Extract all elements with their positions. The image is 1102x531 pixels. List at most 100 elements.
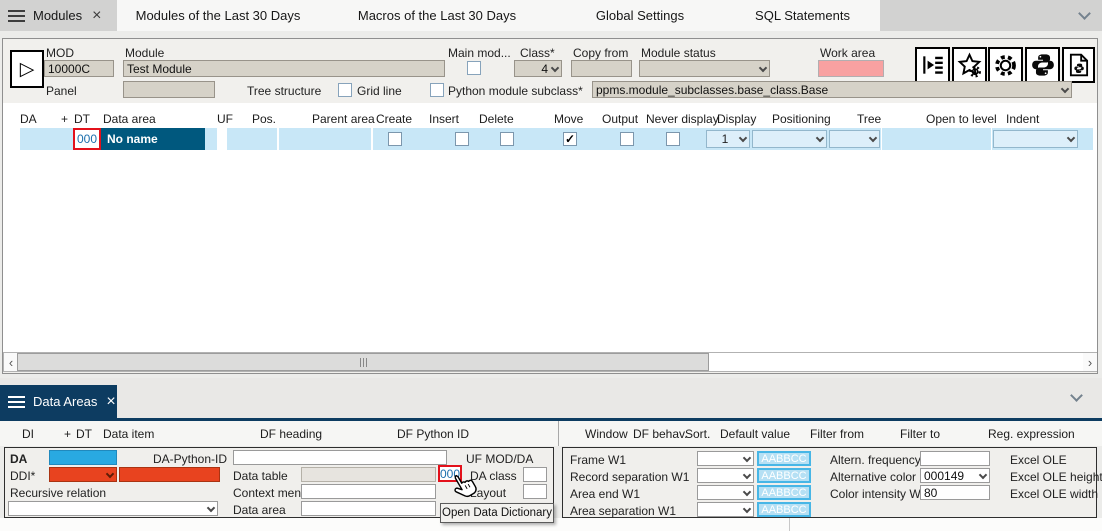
tab-modules-last-30-days[interactable]: Modules of the Last 30 Days <box>117 0 319 31</box>
row-data-area-cell[interactable]: No name <box>101 128 205 150</box>
tab-label: SQL Statements <box>755 8 850 23</box>
tree-structure-label: Tree structure <box>247 84 321 98</box>
tab-macros-last-30-days[interactable]: Macros of the Last 30 Days <box>319 0 555 31</box>
da-input[interactable] <box>49 450 117 465</box>
col-indent: Indent <box>1006 112 1039 126</box>
hand-cursor-icon <box>449 471 481 505</box>
grid-line-checkbox[interactable] <box>338 83 352 97</box>
da-class-input[interactable] <box>523 467 547 482</box>
col-positioning: Positioning <box>772 112 831 126</box>
col-create: Create <box>376 112 412 126</box>
area-separation-w1-select[interactable] <box>697 502 754 517</box>
ddi-select[interactable] <box>49 467 117 482</box>
chevron-down-icon <box>869 134 877 142</box>
excel-ole-width-label: Excel OLE width <box>1010 487 1098 501</box>
tab-modules-active[interactable]: Modules × <box>0 0 117 31</box>
altern-frequency-input[interactable] <box>920 451 990 466</box>
record-separation-w1-color-chip[interactable]: AABBCC <box>757 468 811 483</box>
tab-global-settings[interactable]: Global Settings <box>555 0 725 31</box>
color-intensity-w1-input[interactable]: 80 <box>920 485 990 500</box>
col-parent-area: Parent area <box>312 112 375 126</box>
run-module-button[interactable]: ▷ <box>10 50 44 88</box>
module-label: Module <box>125 46 164 60</box>
module-status-select[interactable] <box>639 60 770 77</box>
copy-from-input[interactable] <box>571 60 632 77</box>
recursive-relation-select[interactable] <box>8 501 218 516</box>
scroll-left-button[interactable]: ‹ <box>4 353 18 371</box>
frame-w1-select[interactable] <box>697 451 754 466</box>
tab-data-areas-active[interactable]: Data Areas × <box>0 385 117 418</box>
tab-sql-statements[interactable]: SQL Statements <box>725 0 880 31</box>
area-separation-w1-color-chip[interactable]: AABBCC <box>757 502 811 517</box>
close-tab-icon[interactable]: × <box>92 8 101 24</box>
add-row-button[interactable]: + <box>61 112 68 126</box>
module-input[interactable]: Test Module <box>123 60 445 77</box>
menu-icon[interactable] <box>8 7 25 25</box>
class-select[interactable]: 4 <box>514 60 562 77</box>
area-end-w1-label: Area end W1 <box>570 487 640 501</box>
row-cell-parent-area[interactable] <box>279 128 371 150</box>
create-checkbox[interactable] <box>388 132 402 146</box>
uf-mod-da-label: UF MOD/DA <box>466 452 533 466</box>
col-insert: Insert <box>429 112 459 126</box>
tree-select[interactable] <box>829 130 880 148</box>
insert-checkbox[interactable] <box>455 132 469 146</box>
settings-button[interactable] <box>988 47 1023 83</box>
chevron-down-icon <box>743 504 751 512</box>
gear-icon <box>992 52 1019 79</box>
star-gear-button[interactable] <box>952 47 987 83</box>
alternative-color-label: Alternative color ... <box>830 470 929 484</box>
main-mod-checkbox[interactable] <box>467 61 481 75</box>
data-area-input[interactable] <box>301 501 436 516</box>
copy-from-label: Copy from <box>573 46 628 60</box>
context-menu-input[interactable] <box>301 484 436 499</box>
run-macro-list-icon <box>920 52 946 78</box>
python-subclass-checkbox[interactable] <box>430 83 444 97</box>
python-file-button[interactable] <box>1062 47 1095 83</box>
python-button[interactable] <box>1025 47 1060 83</box>
area-end-w1-color-chip[interactable]: AABBCC <box>757 485 811 500</box>
scroll-right-button[interactable]: › <box>1083 353 1097 371</box>
panel-input[interactable] <box>123 81 215 98</box>
mod-input[interactable]: 10000C <box>44 60 114 77</box>
python-subclass-select[interactable]: ppms.module_subclasses.base_class.Base <box>592 81 1072 98</box>
col-never-display: Never display <box>646 112 719 126</box>
grid-line-label: Grid line <box>357 84 402 98</box>
output-checkbox[interactable] <box>620 132 634 146</box>
row-dt-badge[interactable]: 000 <box>73 128 101 150</box>
menu-icon[interactable] <box>8 393 25 411</box>
never-display-checkbox[interactable] <box>666 132 680 146</box>
positioning-select[interactable] <box>752 130 827 148</box>
da-python-id-input[interactable] <box>233 450 447 465</box>
chevron-down-icon <box>1061 84 1069 92</box>
delete-checkbox[interactable] <box>500 132 514 146</box>
area-end-w1-select[interactable] <box>697 485 754 500</box>
indent-select[interactable] <box>993 130 1078 148</box>
tab-label: Macros of the Last 30 Days <box>358 8 516 23</box>
class-value: 4 <box>518 62 552 76</box>
run-macro-list-button[interactable] <box>915 47 950 83</box>
close-tab-icon[interactable]: × <box>106 394 115 410</box>
cell-divider <box>881 128 882 150</box>
col-df-behav: DF behav. <box>633 427 687 441</box>
layout-input[interactable] <box>523 484 547 499</box>
alternative-color-select[interactable]: 000149 <box>920 468 990 483</box>
display-select[interactable]: 1 <box>706 130 750 148</box>
chevron-down-icon <box>1067 134 1075 142</box>
add-item-button[interactable]: + <box>64 427 71 441</box>
work-area-input[interactable] <box>818 60 884 77</box>
record-separation-w1-select[interactable] <box>697 468 754 483</box>
row-cell-pos[interactable] <box>227 128 277 150</box>
ddi-input[interactable] <box>119 467 220 482</box>
da-python-id-label: DA-Python-ID <box>153 452 227 466</box>
tab-label: Data Areas <box>33 394 97 409</box>
bottom-tab-bar <box>0 378 1102 418</box>
col-da: DA <box>20 112 37 126</box>
data-table-input[interactable] <box>301 467 436 482</box>
scrollbar-thumb[interactable] <box>17 353 709 371</box>
frame-w1-color-chip[interactable]: AABBCC <box>757 451 811 466</box>
move-checkbox[interactable]: ✓ <box>563 132 577 146</box>
col-output: Output <box>602 112 638 126</box>
color-intensity-w1-label: Color intensity W1 <box>830 487 927 501</box>
col-tree: Tree <box>857 112 881 126</box>
